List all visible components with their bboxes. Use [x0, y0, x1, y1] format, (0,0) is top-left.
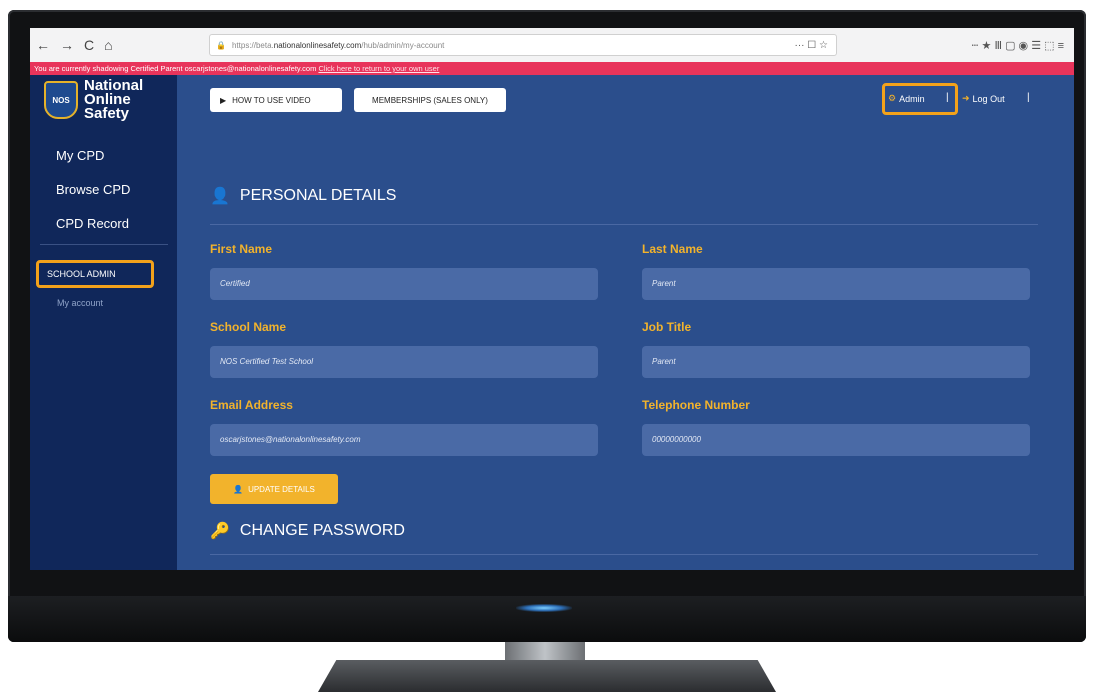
shadowing-text: You are currently shadowing Certified Pa… — [34, 64, 319, 73]
how-to-use-video-button[interactable]: ▶ HOW TO USE VIDEO — [210, 88, 342, 112]
admin-label: Admin — [899, 93, 925, 104]
last-name-label: Last Name — [642, 242, 703, 256]
logout-link[interactable]: ➜ Log Out — [962, 93, 1005, 104]
first-name-label: First Name — [210, 242, 273, 256]
personal-details-heading: 👤 PERSONAL DETAILS — [210, 187, 397, 205]
nav-separator: | — [1027, 92, 1030, 103]
email-label: Email Address — [210, 398, 293, 412]
url-actions[interactable]: ··· ☐ ☆ — [795, 40, 836, 51]
shadowing-banner: You are currently shadowing Certified Pa… — [30, 62, 1074, 75]
sidebar-divider — [40, 244, 168, 245]
logout-label: Log Out — [972, 93, 1005, 104]
email-field[interactable] — [210, 424, 598, 456]
update-details-button[interactable]: 👤 UPDATE DETAILS — [210, 474, 338, 504]
url-text: https://beta.nationalonlinesafety.com/hu… — [231, 40, 445, 50]
update-details-label: UPDATE DETAILS — [248, 484, 315, 494]
tv-bottom-strip — [8, 596, 1086, 642]
first-name-field[interactable] — [210, 268, 598, 300]
key-icon: 🔑 — [210, 523, 230, 540]
job-title-field[interactable] — [642, 346, 1030, 378]
telephone-field[interactable] — [642, 424, 1030, 456]
admin-link[interactable]: ⚙ Admin — [888, 93, 925, 104]
reload-icon[interactable]: C — [84, 37, 94, 53]
logout-icon: ➜ — [962, 93, 970, 103]
sidebar-item-browse-cpd[interactable]: Browse CPD — [56, 182, 130, 197]
job-title-label: Job Title — [642, 320, 692, 334]
section-divider — [210, 224, 1038, 225]
lock-icon: 🔒 — [216, 40, 226, 50]
how-to-use-video-label: HOW TO USE VIDEO — [232, 95, 311, 105]
school-name-label: School Name — [210, 320, 287, 334]
sidebar-item-my-cpd[interactable]: My CPD — [56, 148, 104, 163]
back-icon[interactable]: ← — [36, 37, 50, 53]
play-icon: ▶ — [220, 95, 227, 105]
return-to-user-link[interactable]: Click here to return to your own user — [318, 64, 439, 73]
nav-separator: | — [946, 92, 949, 103]
last-name-field[interactable] — [642, 268, 1030, 300]
sidebar: NOS National Online Safety My CPD Browse… — [30, 75, 177, 570]
telephone-label: Telephone Number — [642, 398, 750, 412]
sidebar-item-cpd-record[interactable]: CPD Record — [56, 216, 129, 231]
screen: ← → C ⌂ 🔒 https://beta.nationalonlinesaf… — [30, 28, 1074, 570]
user-settings-icon: 👤 — [210, 188, 230, 205]
browser-extension-icons[interactable]: ⵈ ★ Ⅲ ▢ ◉ ☰ ⬚ ≡ — [971, 39, 1074, 52]
sidebar-item-my-account[interactable]: My account — [57, 298, 103, 308]
gear-icon: ⚙ — [888, 93, 897, 103]
tv-stand-base — [318, 660, 776, 692]
nos-logo[interactable]: NOS National Online Safety — [44, 77, 144, 122]
memberships-label: MEMBERSHIPS (SALES ONLY) — [372, 95, 488, 105]
browser-nav: ← → C ⌂ — [30, 37, 201, 53]
user-icon: 👤 — [233, 484, 244, 494]
sidebar-item-school-admin[interactable]: SCHOOL ADMIN — [36, 260, 154, 288]
change-password-heading: 🔑 CHANGE PASSWORD — [210, 522, 405, 540]
tv-stand-neck — [505, 642, 585, 662]
school-name-field[interactable] — [210, 346, 598, 378]
memberships-button[interactable]: MEMBERSHIPS (SALES ONLY) — [354, 88, 506, 112]
browser-toolbar: ← → C ⌂ 🔒 https://beta.nationalonlinesaf… — [30, 28, 1074, 63]
nos-shield-icon: NOS — [44, 81, 78, 119]
address-bar[interactable]: 🔒 https://beta.nationalonlinesafety.com/… — [209, 34, 837, 56]
logo-text: National Online Safety — [84, 77, 144, 122]
home-icon[interactable]: ⌂ — [104, 37, 112, 53]
tv-power-led — [516, 604, 572, 612]
forward-icon[interactable]: → — [60, 37, 74, 53]
section-divider — [210, 554, 1038, 555]
